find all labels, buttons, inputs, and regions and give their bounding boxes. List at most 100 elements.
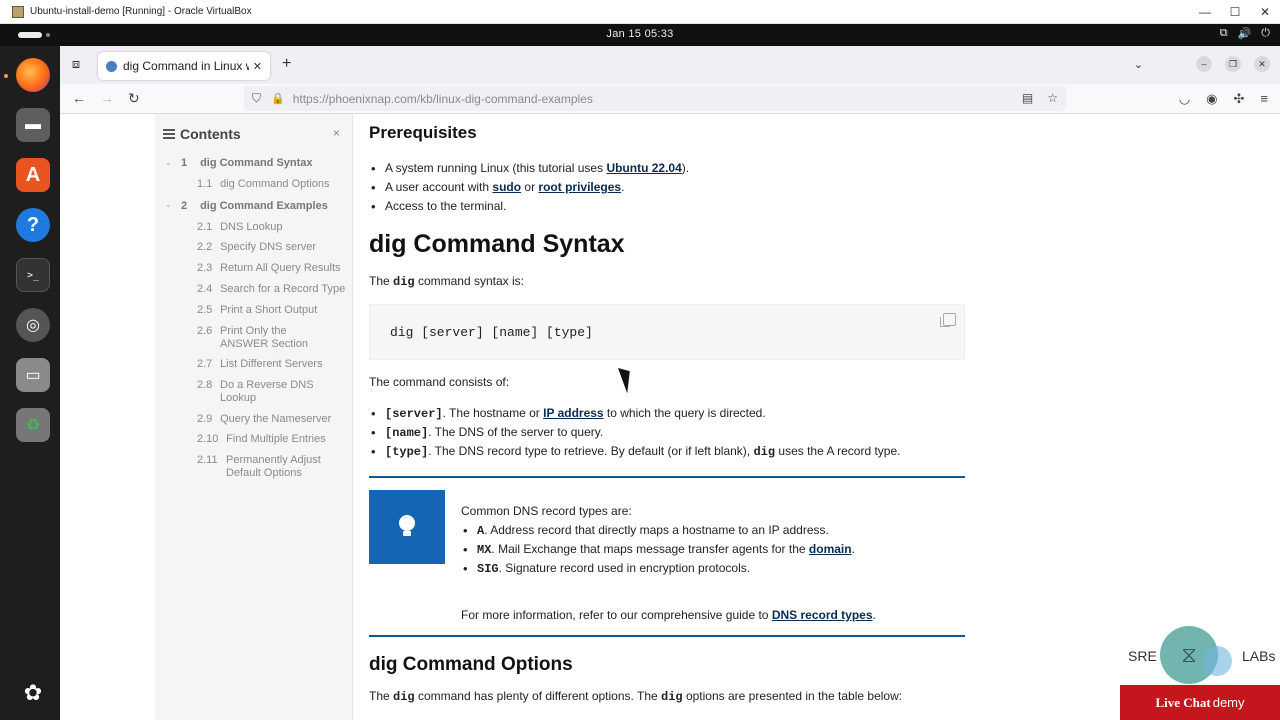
toc-item[interactable]: 2.4 Search for a Record Type — [197, 283, 345, 296]
gnome-top-panel: Jan 15 05:33 ⧉ 🔊 ⏻ — [0, 24, 1280, 46]
url-path: /kb/linux-dig-command-examples — [416, 91, 593, 106]
list-all-tabs-icon[interactable]: ⌄ — [1134, 58, 1143, 71]
watermark-dot — [1202, 646, 1232, 676]
host-window-title: Ubuntu-install-demo [Running] - Oracle V… — [30, 6, 252, 17]
toc-item[interactable]: 2.9 Query the Nameserver — [197, 413, 331, 426]
dns-record-types-link[interactable]: DNS record types — [772, 608, 873, 622]
browser-close-button[interactable]: ✕ — [1254, 56, 1270, 72]
reader-view-icon[interactable]: ▤ — [1022, 91, 1033, 105]
list-item: [type]. The DNS record type to retrieve.… — [369, 442, 901, 461]
list-item: [server]. The hostname or IP address to … — [369, 404, 901, 423]
reload-icon[interactable]: ↻ — [128, 90, 140, 107]
list-icon — [163, 129, 175, 139]
domain-link[interactable]: domain — [809, 542, 852, 556]
copy-icon[interactable] — [940, 313, 956, 327]
minimize-button[interactable]: — — [1190, 0, 1220, 24]
tip-icon-box — [369, 490, 445, 564]
syntax-heading: dig Command Syntax — [369, 230, 625, 258]
options-intro: The dig command has plenty of different … — [369, 689, 903, 704]
toc-title: Contents — [180, 126, 241, 142]
sre-labs-watermark: SRE ⧖ LABs — [1128, 626, 1275, 686]
files-icon[interactable]: ▬ — [16, 108, 50, 142]
live-chat-label: Live Chat — [1155, 694, 1211, 710]
watermark-labs: LABs — [1242, 648, 1276, 664]
tab-title: dig Command in Linux wi — [123, 59, 249, 73]
power-icon: ⏻ — [1261, 27, 1270, 39]
prerequisites-list: A system running Linux (this tutorial us… — [369, 159, 689, 216]
prerequisites-heading: Prerequisites — [369, 123, 477, 142]
toc-item[interactable]: 1.1 dig Command Options — [197, 178, 330, 191]
list-item: A system running Linux (this tutorial us… — [369, 159, 689, 178]
command-parts-list: [server]. The hostname or IP address to … — [369, 404, 901, 461]
browser-minimize-button[interactable]: – — [1196, 56, 1212, 72]
toc-item[interactable]: 2.7 List Different Servers — [197, 358, 323, 371]
chevron-down-icon[interactable]: ⌄ — [165, 158, 172, 167]
toc-item[interactable]: 2.8 Do a Reverse DNS Lookup — [197, 379, 327, 405]
url-bar[interactable]: ⛉ 🔒 https://phoenixnap.com/kb/linux-dig-… — [244, 86, 1066, 111]
pocket-icon[interactable]: ◡ — [1179, 91, 1190, 107]
phoenixnap-favicon — [106, 60, 117, 72]
toolbar-actions: ◡ ◉ ✣ ≡ — [1179, 91, 1268, 107]
tracking-shield-icon[interactable]: ⛉ — [252, 91, 261, 106]
trash-icon[interactable]: ♻ — [16, 408, 50, 442]
ubuntu-dock: ▬ A ? >_ ◎ ▭ ♻ ✿ — [0, 46, 60, 720]
menu-icon[interactable]: ≡ — [1260, 91, 1268, 107]
list-item: [name]. The DNS of the server to query. — [369, 423, 901, 442]
drive-icon[interactable]: ▭ — [16, 358, 50, 392]
terminal-icon[interactable]: >_ — [16, 258, 50, 292]
back-icon[interactable]: ← — [72, 90, 86, 106]
divider — [369, 476, 965, 478]
divider — [369, 635, 965, 637]
close-button[interactable]: ✕ — [1250, 0, 1280, 24]
consists-text: The command consists of: — [369, 375, 510, 389]
browser-nav-bar: ← → ↻ ⛉ 🔒 https://phoenixnap.com/kb/linu… — [60, 84, 1280, 114]
bookmark-star-icon[interactable]: ☆ — [1047, 91, 1058, 105]
new-tab-button[interactable]: + — [282, 55, 291, 73]
toc-item[interactable]: 2.11 Permanently Adjust Default Options — [197, 454, 333, 480]
toc-item[interactable]: 2.2 Specify DNS server — [197, 241, 316, 254]
sudo-link[interactable]: sudo — [492, 180, 521, 194]
maximize-button[interactable]: ☐ — [1220, 0, 1250, 24]
toc-item[interactable]: 2.1 DNS Lookup — [197, 221, 282, 234]
options-heading: dig Command Options — [369, 654, 573, 675]
forward-icon[interactable]: → — [100, 90, 114, 106]
url-text[interactable]: https://phoenixnap.com/kb/linux-dig-comm… — [293, 92, 593, 106]
toc-item[interactable]: 2.10 Find Multiple Entries — [197, 433, 326, 446]
tab-close-icon[interactable]: ✕ — [253, 60, 262, 73]
toc-item[interactable]: 2.5 Print a Short Output — [197, 304, 317, 317]
toc-item[interactable]: 2 dig Command Examples — [181, 200, 328, 213]
syntax-intro: The dig command syntax is: — [369, 274, 524, 289]
browser-restore-button[interactable]: ❐ — [1225, 56, 1241, 72]
toc-item[interactable]: 2.6 Print Only the ANSWER Section — [197, 325, 337, 351]
tab-dig-command[interactable]: dig Command in Linux wi ✕ — [98, 52, 270, 80]
code-text: dig [server] [name] [type] — [390, 325, 593, 340]
tab-overview-icon[interactable]: ⧈ — [68, 56, 84, 72]
show-apps-icon[interactable]: ✿ — [16, 676, 50, 710]
browser-tab-bar: ⧈ dig Command in Linux wi ✕ + ⌄ – ❐ ✕ — [60, 46, 1280, 84]
virtualbox-icon — [12, 5, 24, 18]
network-icon: ⧉ — [1219, 27, 1228, 39]
dock-active-indicator — [4, 74, 8, 78]
account-icon[interactable]: ◉ — [1206, 91, 1217, 107]
ip-address-link[interactable]: IP address — [543, 406, 603, 420]
clock[interactable]: Jan 15 05:33 — [0, 28, 1280, 40]
toc-close-icon[interactable]: × — [333, 126, 340, 140]
root-privileges-link[interactable]: root privileges — [538, 180, 621, 194]
software-center-icon[interactable]: A — [16, 158, 50, 192]
disc-icon[interactable]: ◎ — [16, 308, 50, 342]
host-title-bar: Ubuntu-install-demo [Running] - Oracle V… — [0, 0, 1280, 24]
list-item: MX. Mail Exchange that maps message tran… — [461, 540, 855, 559]
system-tray[interactable]: ⧉ 🔊 ⏻ — [1220, 27, 1270, 40]
toc-item[interactable]: 2.3 Return All Query Results — [197, 262, 341, 275]
web-page: Contents × ⌄ 1 dig Command Syntax 1.1 di… — [60, 114, 1280, 720]
firefox-icon[interactable] — [16, 58, 50, 92]
ubuntu-link[interactable]: Ubuntu 22.04 — [606, 161, 681, 175]
extensions-icon[interactable]: ✣ — [1234, 91, 1245, 107]
help-icon[interactable]: ? — [16, 208, 50, 242]
live-chat-button[interactable]: Live Chat demy — [1120, 685, 1280, 720]
chevron-down-icon[interactable]: ⌄ — [165, 200, 172, 209]
toc-item[interactable]: 1 dig Command Syntax — [181, 157, 313, 170]
record-types-list: A. Address record that directly maps a h… — [461, 521, 855, 578]
lock-icon[interactable]: 🔒 — [271, 92, 285, 105]
list-item: A user account with sudo or root privile… — [369, 178, 689, 197]
